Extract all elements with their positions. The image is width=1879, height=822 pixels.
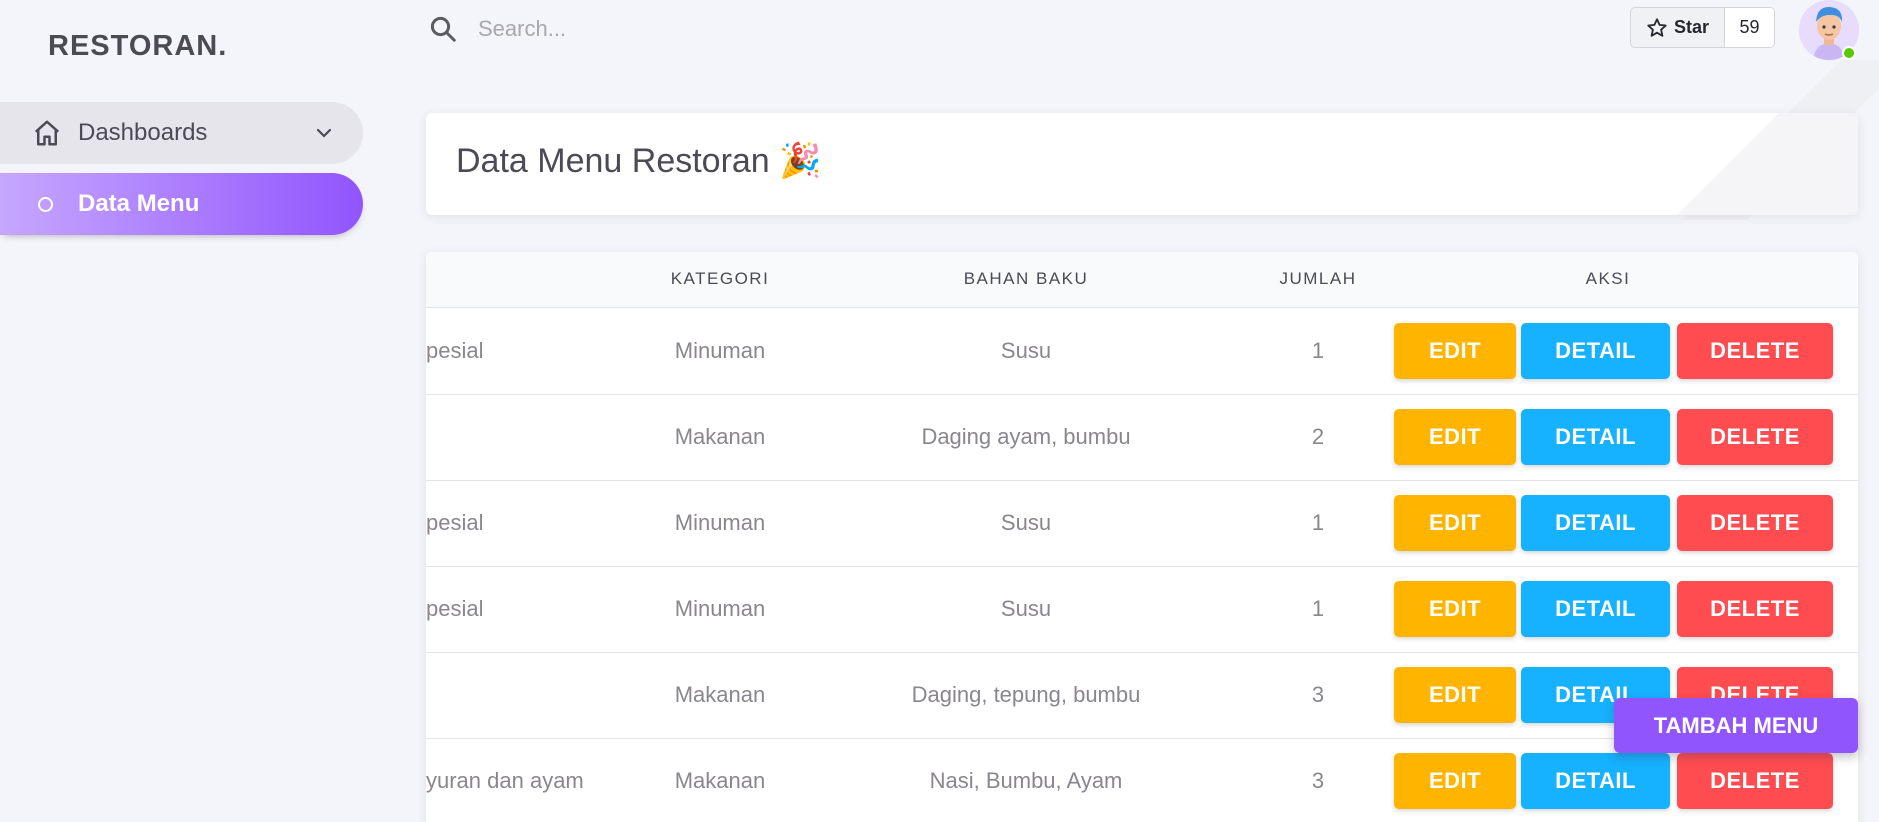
brand-logo[interactable]: RESTORAN. <box>48 30 227 63</box>
star-label: Star <box>1673 17 1709 37</box>
edit-button[interactable]: EDIT <box>1394 667 1516 723</box>
table-row: pesial Minuman Susu 1 EDIT DETAIL DELETE <box>426 567 1858 653</box>
page-title: Data Menu Restoran 🎉 <box>456 142 822 180</box>
detail-button[interactable]: DETAIL <box>1521 323 1670 379</box>
delete-button[interactable]: DELETE <box>1677 409 1833 465</box>
cell-kategori: Makanan <box>674 682 766 707</box>
column-header-aksi: AKSI <box>1585 269 1631 288</box>
cell-bahan-baku: Daging ayam, bumbu <box>921 424 1131 449</box>
cell-jumlah: 3 <box>1311 768 1325 793</box>
table-header: KATEGORI BAHAN BAKU JUMLAH AKSI <box>426 252 1858 308</box>
edit-button[interactable]: EDIT <box>1394 323 1516 379</box>
cell-nama: pesial <box>426 510 484 535</box>
star-icon <box>1647 17 1667 37</box>
column-header-jumlah[interactable]: JUMLAH <box>1238 269 1398 289</box>
cell-jumlah: 1 <box>1311 596 1325 621</box>
card-decoration <box>1598 113 1858 215</box>
cell-jumlah: 1 <box>1311 338 1325 363</box>
home-icon <box>34 120 60 146</box>
edit-button[interactable]: EDIT <box>1394 753 1516 809</box>
add-menu-button[interactable]: TAMBAH MENU <box>1614 698 1858 753</box>
cell-bahan-baku: Susu <box>1000 596 1052 621</box>
sidebar-item-dashboards[interactable]: Dashboards <box>0 102 363 164</box>
sidebar-item-label: Dashboards <box>78 119 208 146</box>
cell-kategori: Makanan <box>674 424 766 449</box>
cell-nama: pesial <box>426 596 484 621</box>
detail-button[interactable]: DETAIL <box>1521 581 1670 637</box>
column-header-bahan-baku[interactable]: BAHAN BAKU <box>906 269 1146 289</box>
detail-button[interactable]: DETAIL <box>1521 753 1670 809</box>
github-star-button[interactable]: Star 59 <box>1630 7 1775 48</box>
search-input[interactable] <box>478 12 978 46</box>
edit-button[interactable]: EDIT <box>1394 581 1516 637</box>
online-status-dot <box>1842 46 1856 60</box>
detail-button[interactable]: DETAIL <box>1521 495 1670 551</box>
sidebar-item-label: Data Menu <box>78 190 200 217</box>
column-header-kategori[interactable]: KATEGORI <box>650 269 790 289</box>
delete-button[interactable]: DELETE <box>1677 323 1833 379</box>
search-icon[interactable] <box>428 14 458 44</box>
table-row: Makanan Daging ayam, bumbu 2 EDIT DETAIL DELE… <box>426 395 1858 481</box>
star-count[interactable]: 59 <box>1725 8 1774 47</box>
delete-button[interactable]: DELETE <box>1677 753 1833 809</box>
cell-kategori: Minuman <box>674 596 766 621</box>
cell-bahan-baku: Daging, tepung, bumbu <box>911 682 1141 707</box>
circle-icon <box>38 197 53 212</box>
sidebar: RESTORAN. Dashboards Data Menu <box>0 0 380 822</box>
cell-nama: pesial <box>426 338 484 363</box>
title-card: Data Menu Restoran 🎉 <box>426 113 1858 215</box>
cell-kategori: Minuman <box>674 338 766 363</box>
delete-button[interactable]: DELETE <box>1677 581 1833 637</box>
delete-button[interactable]: DELETE <box>1677 495 1833 551</box>
cell-bahan-baku: Nasi, Bumbu, Ayam <box>929 768 1123 793</box>
cell-bahan-baku: Susu <box>1000 510 1052 535</box>
star-button-left[interactable]: Star <box>1631 8 1725 47</box>
chevron-down-icon <box>316 128 332 138</box>
table-row: pesial Minuman Susu 1 EDIT DETAIL DELETE <box>426 481 1858 567</box>
cell-jumlah: 3 <box>1311 682 1325 707</box>
cell-nama: yuran dan ayam <box>426 768 584 793</box>
cell-bahan-baku: Susu <box>1000 338 1052 363</box>
cell-jumlah: 2 <box>1311 424 1325 449</box>
table-row: pesial Minuman Susu 1 EDIT DETAIL DELETE <box>426 309 1858 395</box>
cell-kategori: Makanan <box>674 768 766 793</box>
cell-kategori: Minuman <box>674 510 766 535</box>
detail-button[interactable]: DETAIL <box>1521 409 1670 465</box>
edit-button[interactable]: EDIT <box>1394 495 1516 551</box>
cell-jumlah: 1 <box>1311 510 1325 535</box>
edit-button[interactable]: EDIT <box>1394 409 1516 465</box>
sidebar-item-data-menu[interactable]: Data Menu <box>0 173 363 235</box>
